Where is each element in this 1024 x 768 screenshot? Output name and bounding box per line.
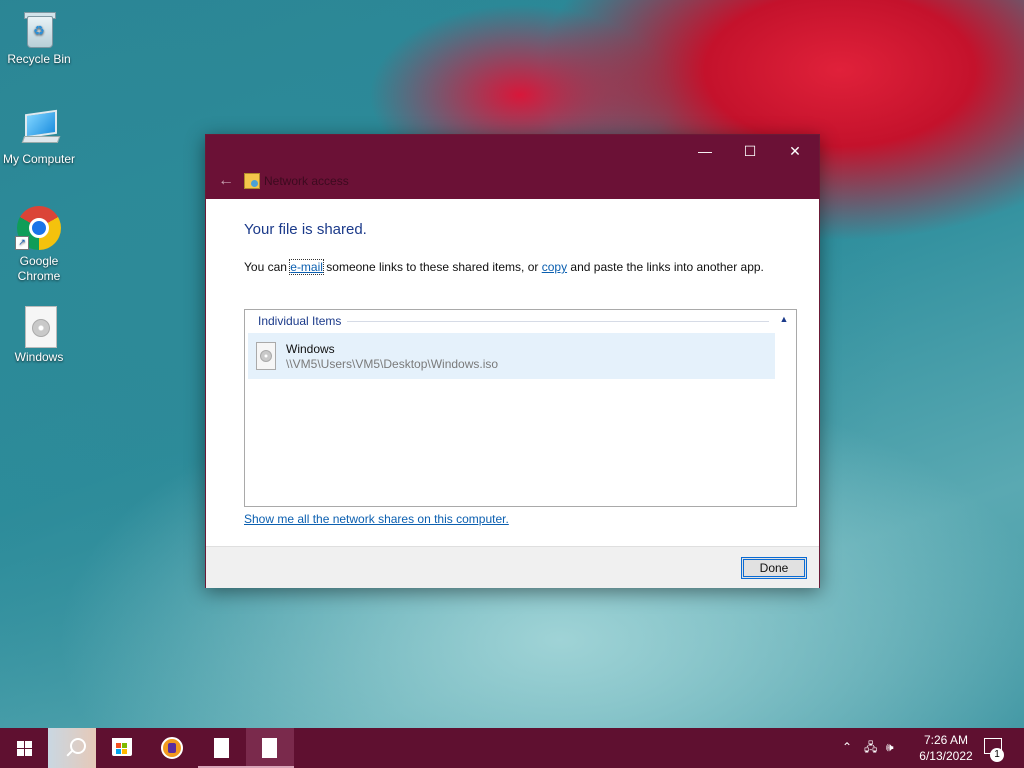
desktop-icon-google-chrome[interactable]: ↗ Google Chrome [1, 206, 77, 284]
list-item[interactable]: Windows \\VM5\Users\VM5\Desktop\Windows.… [248, 333, 775, 379]
desktop-icon-windows-iso[interactable]: Windows [1, 306, 77, 365]
chevron-up-icon[interactable]: ▲ [777, 312, 791, 326]
file-icon [214, 738, 229, 758]
dialog-content: Your file is shared. You can e-mail some… [206, 199, 819, 546]
start-button[interactable] [0, 728, 48, 768]
desktop-icon-label: Google Chrome [17, 254, 61, 283]
window-title: Network access [264, 174, 349, 188]
disc-image-file-icon [256, 342, 276, 370]
taskbar-file-button[interactable] [198, 728, 246, 768]
minimize-button[interactable]: — [682, 137, 728, 165]
done-button[interactable]: Done [741, 557, 807, 579]
taskbar-file-button-active[interactable] [246, 728, 294, 768]
taskbar: ⌃ 🖧 🕪 7:26 AM 6/13/2022 1 [0, 728, 1024, 768]
group-divider [345, 321, 769, 322]
clock-date: 6/13/2022 [919, 749, 973, 763]
maximize-button[interactable]: ☐ [727, 137, 773, 165]
close-button[interactable]: ✕ [772, 137, 818, 165]
taskbar-clock[interactable]: 7:26 AM 6/13/2022 [910, 732, 982, 764]
disc-image-file-icon [19, 306, 59, 348]
chevron-up-icon[interactable]: ⌃ [842, 740, 852, 754]
recycle-bin-icon: ♻ [19, 8, 59, 48]
shortcut-arrow-icon: ↗ [15, 236, 29, 250]
desktop-icon-label: Windows [14, 350, 64, 364]
description-text: someone links to these shared items, or [322, 260, 542, 274]
file-icon [262, 738, 277, 758]
back-arrow-icon[interactable]: ← [214, 169, 238, 193]
email-link[interactable]: e-mail [289, 259, 324, 275]
description-text: You can [244, 260, 291, 274]
shared-items-list: Individual Items ▲ Windows \\VM5\Users\V… [244, 309, 797, 507]
search-icon [70, 738, 86, 754]
network-icon[interactable]: 🖧 [864, 740, 877, 754]
clock-time: 7:26 AM [923, 733, 969, 747]
taskbar-browser-button[interactable] [148, 728, 196, 768]
store-icon [112, 738, 132, 756]
volume-icon[interactable]: 🕪 [886, 740, 894, 754]
network-access-window: — ☐ ✕ ← Network access Your file is shar… [205, 134, 820, 588]
dialog-footer: Done [206, 546, 819, 588]
desktop-icon-my-computer[interactable]: My Computer [1, 108, 77, 167]
desktop-icon-recycle-bin[interactable]: ♻ Recycle Bin [1, 8, 77, 67]
system-tray: ⌃ 🖧 🕪 7:26 AM 6/13/2022 1 [836, 728, 1024, 768]
desktop-icon-label: My Computer [2, 152, 76, 166]
network-share-icon [244, 173, 260, 189]
computer-icon [19, 108, 61, 148]
search-button[interactable] [48, 728, 96, 768]
share-description: You can e-mail someone links to these sh… [244, 259, 764, 275]
desktop-icon-label: Recycle Bin [7, 52, 71, 66]
group-header-label: Individual Items [258, 314, 348, 328]
copy-link[interactable]: copy [542, 260, 567, 274]
windows-logo-icon [17, 741, 32, 756]
page-title: Your file is shared. [244, 221, 367, 238]
item-path: \\VM5\Users\VM5\Desktop\Windows.iso [286, 357, 499, 371]
browser-icon [161, 737, 183, 759]
description-text: and paste the links into another app. [567, 260, 764, 274]
title-bar[interactable]: — ☐ ✕ ← Network access [206, 135, 819, 199]
item-name: Windows [286, 342, 335, 356]
notification-count-badge: 1 [990, 748, 1004, 762]
show-network-shares-link[interactable]: Show me all the network shares on this c… [244, 512, 509, 526]
chrome-icon: ↗ [15, 206, 61, 250]
taskbar-store-button[interactable] [98, 728, 146, 768]
